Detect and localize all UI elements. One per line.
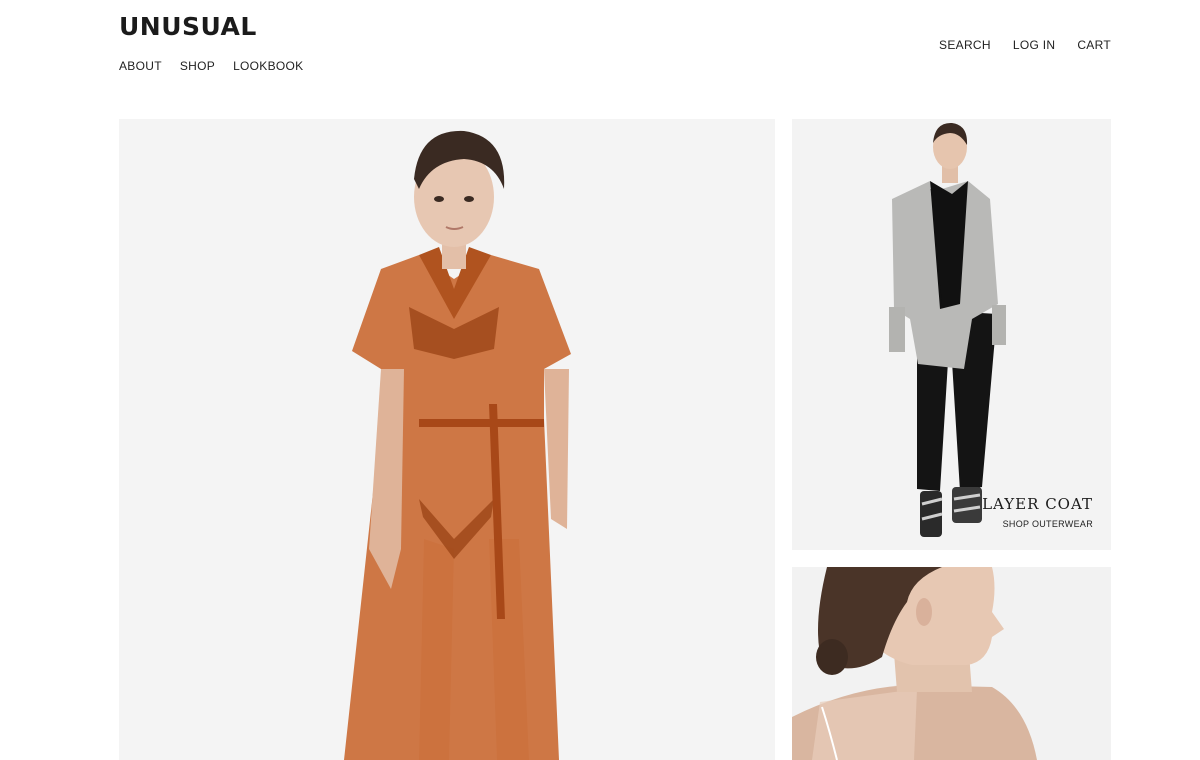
main-nav: ABOUT SHOP LOOKBOOK (119, 59, 303, 73)
nav-about[interactable]: ABOUT (119, 59, 162, 73)
hero-tile[interactable] (119, 119, 775, 760)
nav-shop[interactable]: SHOP (180, 59, 215, 73)
model-orange-dress-photo-icon (119, 119, 775, 760)
coat-caption: LAYER COAT SHOP OUTERWEAR (982, 495, 1093, 529)
model-profile-detail-photo-icon (792, 567, 1111, 760)
nav-lookbook[interactable]: LOOKBOOK (233, 59, 303, 73)
coat-title: LAYER COAT (982, 495, 1093, 513)
nav-cart[interactable]: CART (1077, 38, 1111, 52)
detail-tile[interactable] (792, 567, 1111, 760)
nav-login[interactable]: LOG IN (1013, 38, 1055, 52)
nav-search[interactable]: SEARCH (939, 38, 991, 52)
utility-nav: SEARCH LOG IN CART (939, 38, 1111, 52)
layer-coat-tile[interactable]: LAYER COAT SHOP OUTERWEAR (792, 119, 1111, 550)
model-grey-coat-photo-icon (792, 119, 1111, 550)
shop-outerwear-link[interactable]: SHOP OUTERWEAR (982, 519, 1093, 529)
brand-logo[interactable]: UNUSUAL (119, 12, 257, 41)
